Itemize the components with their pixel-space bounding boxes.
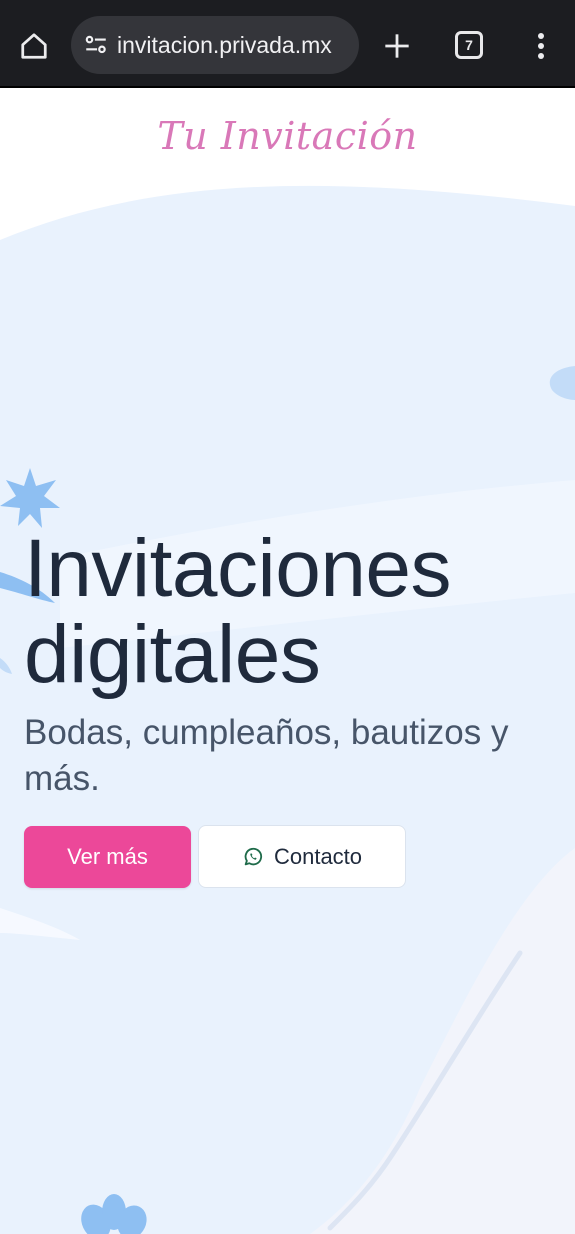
hero-title-line1: Invitaciones (24, 523, 452, 614)
flower-icon (81, 1194, 147, 1234)
flower-icon (0, 468, 60, 528)
tab-switcher-button[interactable]: 7 (455, 31, 483, 59)
hero-subtitle: Bodas, cumpleaños, bautizos y más. (24, 713, 509, 798)
contacto-button[interactable]: Contacto (198, 825, 406, 888)
whatsapp-icon (242, 846, 264, 868)
browser-toolbar: invitacion.privada.mx 7 (0, 0, 575, 88)
ver-mas-button[interactable]: Ver más (24, 826, 191, 888)
hero-title-line2: digitales (24, 609, 321, 700)
site-settings-icon[interactable] (82, 31, 110, 59)
address-bar[interactable]: invitacion.privada.mx (71, 16, 359, 74)
new-tab-button[interactable] (377, 26, 417, 66)
more-vert-icon[interactable] (526, 26, 556, 66)
plus-icon (385, 34, 409, 58)
site-logo[interactable]: Tu Invitación (0, 114, 575, 158)
home-icon[interactable] (14, 26, 54, 66)
page-viewport: Tu Invitación Invitaciones digitales Bod… (0, 88, 575, 1234)
url-text: invitacion.privada.mx (117, 31, 332, 58)
contacto-label: Contacto (273, 843, 363, 869)
hero-title: Invitaciones digitales (24, 523, 452, 700)
